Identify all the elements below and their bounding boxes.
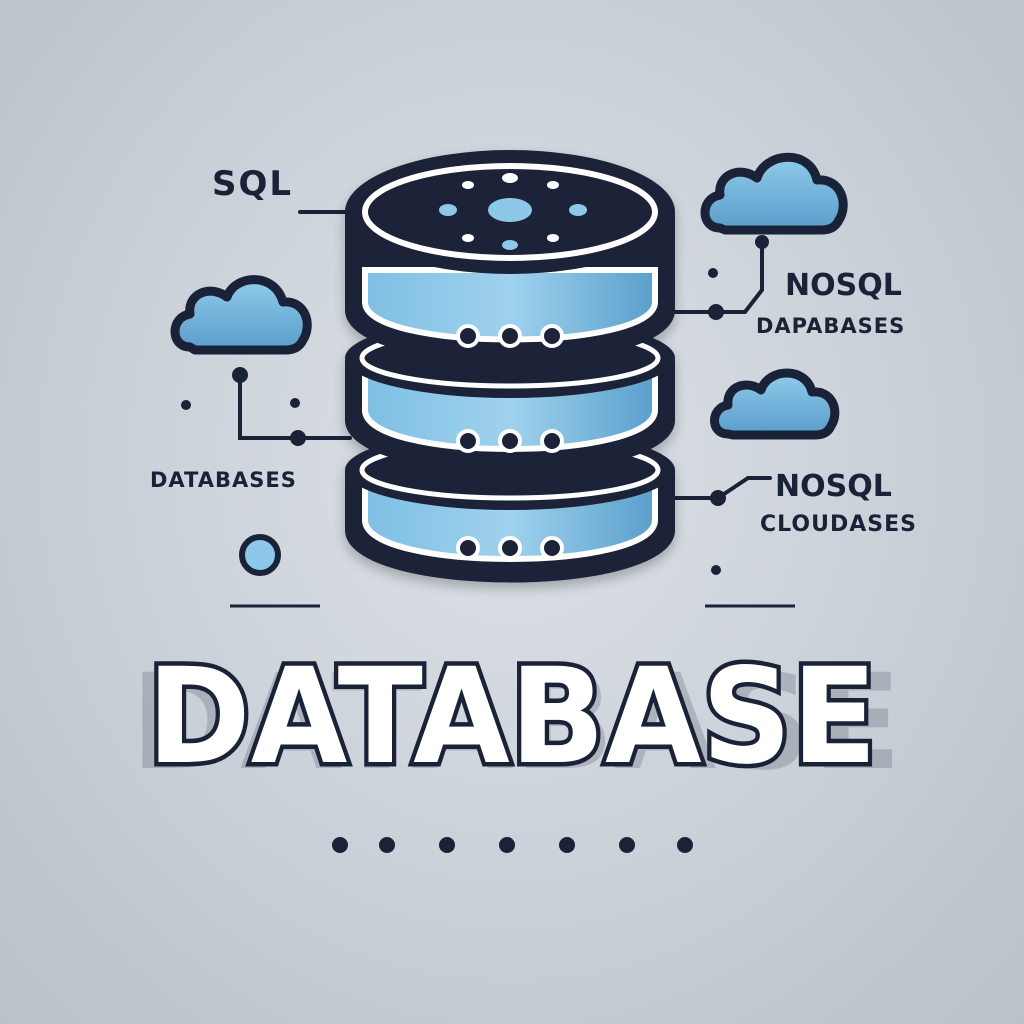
cloud-icon [700, 152, 848, 235]
page-title: DATABASE DATABASE [130, 636, 901, 801]
connector-dot [290, 398, 300, 408]
label-sql: SQL [212, 164, 293, 204]
database-logo-illustration: SQL NOSQL DAPABASES DATABASES NOSQL CLOU… [130, 150, 917, 853]
connector-dot [708, 304, 724, 320]
connector-dot [290, 430, 306, 446]
label-cloudases: CLOUDASES [760, 512, 917, 537]
connector-dot [755, 235, 769, 249]
connector-dot [711, 565, 721, 575]
database-cylinder-icon [345, 150, 675, 583]
cloud-icon [170, 275, 312, 355]
connector-dot [181, 400, 191, 410]
dot-row [332, 837, 693, 853]
connector-dot [232, 367, 248, 383]
connector-dot [708, 268, 718, 278]
label-dapabases: DAPABASES [756, 314, 905, 338]
label-nosql-bottom: NOSQL [775, 469, 892, 504]
label-databases-left: DATABASES [150, 468, 297, 492]
cloud-icon [710, 368, 840, 440]
label-nosql-top: NOSQL [785, 268, 902, 303]
connector-dot [710, 490, 726, 506]
decor-circle-icon [239, 534, 281, 576]
title-text: DATABASE [147, 640, 877, 794]
